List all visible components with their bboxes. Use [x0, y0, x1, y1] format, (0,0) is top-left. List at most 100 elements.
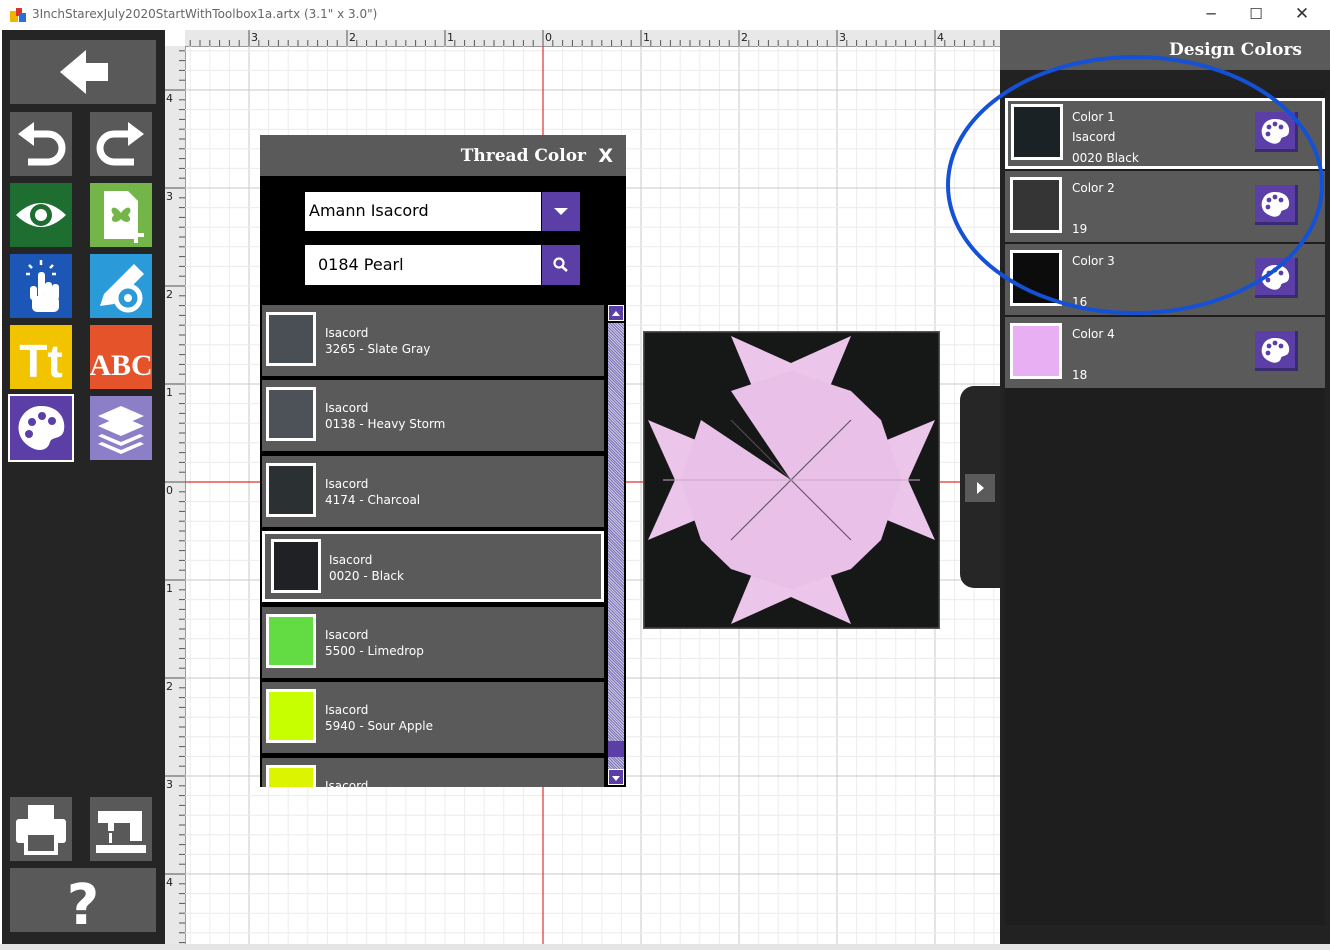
- new-design-button[interactable]: [90, 183, 152, 247]
- redo-button[interactable]: [90, 112, 152, 176]
- search-value: 0184 Pearl: [318, 255, 404, 274]
- thread-swatch: [266, 689, 316, 743]
- thread-item-selected[interactable]: Isacord 0020 - Black: [262, 531, 604, 602]
- thread-list[interactable]: Isacord 3265 - Slate Gray Isacord 0138 -…: [262, 305, 604, 787]
- palette-icon: [18, 406, 65, 450]
- thread-name: 4174 - Charcoal: [325, 493, 421, 507]
- color-swatch: [1010, 177, 1062, 233]
- expand-panel-button[interactable]: [965, 474, 995, 502]
- help-button[interactable]: ?: [10, 868, 156, 932]
- panel-collapse-handle: [960, 386, 1000, 588]
- ruler-label: 1: [166, 386, 173, 399]
- select-button[interactable]: [10, 254, 72, 318]
- choose-thread-button[interactable]: [1255, 112, 1298, 152]
- ruler-label: 2: [166, 680, 173, 693]
- choose-thread-button[interactable]: [1255, 185, 1298, 225]
- undo-button[interactable]: [10, 112, 72, 176]
- title-bar: 3InchStarexJuly2020StartWithToolbox1a.ar…: [0, 0, 1330, 30]
- ruler-label: 2: [741, 31, 748, 44]
- monogram-button[interactable]: ABC: [90, 325, 152, 389]
- palette-icon: [1261, 265, 1290, 290]
- ruler-ticks: [189, 30, 995, 46]
- selected-brand: Amann Isacord: [309, 201, 429, 220]
- design-colors-panel: Design Colors Color 1 Isacord 0020 Black…: [1000, 30, 1330, 950]
- ruler-label: 4: [937, 31, 944, 44]
- close-panel-button[interactable]: X: [598, 145, 613, 167]
- ruler-label: 0: [166, 484, 173, 497]
- scroll-down-button[interactable]: [608, 769, 624, 785]
- edit-settings-button[interactable]: [90, 254, 152, 318]
- design-colors-header: Design Colors: [1000, 30, 1330, 70]
- chevron-down-icon: [612, 776, 620, 781]
- chevron-right-icon: [977, 482, 984, 494]
- star-quilt-block-design[interactable]: [643, 331, 940, 629]
- undo-icon: [18, 122, 66, 166]
- thread-swatch: [266, 463, 316, 517]
- maximize-button[interactable]: ☐: [1241, 4, 1271, 24]
- ruler-ticks: [165, 50, 185, 944]
- color-swatch: [1010, 323, 1062, 379]
- choose-thread-button[interactable]: [1255, 331, 1298, 371]
- pencil-gear-icon: [100, 264, 144, 313]
- color-name: Color 2: [1072, 181, 1115, 195]
- thread-name: 0138 - Heavy Storm: [325, 417, 446, 431]
- thread-name: 3265 - Slate Gray: [325, 342, 431, 356]
- thread-item[interactable]: Isacord 5940 - Sour Apple: [262, 682, 604, 753]
- close-window-button[interactable]: ✕: [1287, 4, 1317, 24]
- thread-search-input[interactable]: 0184 Pearl: [305, 245, 541, 285]
- chevron-up-icon: [612, 311, 620, 316]
- ruler-label: 2: [349, 31, 356, 44]
- ruler-label: 1: [447, 31, 454, 44]
- thread-swatch: [266, 614, 316, 668]
- thread-brand: Isacord: [325, 779, 369, 787]
- svg-text:Tt: Tt: [19, 335, 62, 387]
- ruler-label: 3: [166, 778, 173, 791]
- dropdown-toggle-button[interactable]: [542, 192, 580, 231]
- choose-thread-button[interactable]: [1255, 258, 1298, 298]
- thread-color-panel: Thread Color X Amann Isacord 0184 Pearl …: [260, 135, 626, 787]
- thread-item[interactable]: Isacord 0138 - Heavy Storm: [262, 380, 604, 451]
- thread-swatch: [266, 387, 316, 441]
- window-title: 3InchStarexJuly2020StartWithToolbox1a.ar…: [32, 7, 378, 21]
- svg-text:?: ?: [67, 873, 99, 932]
- thread-name: 5500 - Limedrop: [325, 644, 424, 658]
- palette-icon: [1261, 192, 1290, 217]
- vertical-ruler: 4 3 2 1 0 1 2 3 4: [165, 46, 186, 950]
- lettering-button[interactable]: Tt: [10, 325, 72, 389]
- search-icon: [553, 257, 568, 272]
- design-color-item[interactable]: Color 2 19: [1005, 171, 1325, 242]
- thread-color-button[interactable]: [8, 394, 74, 462]
- back-button[interactable]: [10, 40, 156, 104]
- thread-brand: Isacord: [329, 553, 373, 567]
- panel-title: Design Colors: [1169, 40, 1302, 60]
- color-detail: 0020 Black: [1072, 151, 1139, 165]
- print-button[interactable]: [10, 797, 72, 861]
- thread-name: 0020 - Black: [329, 569, 404, 583]
- thread-item[interactable]: Isacord 5500 - Limedrop: [262, 607, 604, 678]
- thread-list-scrollbar[interactable]: [606, 305, 626, 787]
- thread-brand-dropdown[interactable]: Amann Isacord: [305, 192, 541, 231]
- thread-swatch: [271, 539, 321, 593]
- design-color-item-selected[interactable]: Color 1 Isacord 0020 Black: [1005, 98, 1325, 169]
- search-button[interactable]: [542, 245, 580, 285]
- thread-brand: Isacord: [325, 326, 369, 340]
- text-icon: Tt: [19, 335, 62, 387]
- butterfly-page-icon: [104, 191, 144, 243]
- design-color-item[interactable]: Color 4 18: [1005, 317, 1325, 388]
- status-strip: [0, 944, 1330, 950]
- color-detail: 18: [1072, 368, 1088, 382]
- layers-button[interactable]: [90, 396, 152, 460]
- scroll-up-button[interactable]: [608, 305, 624, 321]
- thread-brand: Isacord: [325, 703, 369, 717]
- thread-item[interactable]: Isacord 4174 - Charcoal: [262, 456, 604, 527]
- send-to-machine-button[interactable]: [90, 797, 152, 861]
- scroll-thumb[interactable]: [608, 741, 624, 757]
- tool-sidebar: Tt ABC ?: [2, 30, 165, 950]
- view-button[interactable]: [10, 183, 72, 247]
- design-color-item[interactable]: Color 3 16: [1005, 244, 1325, 315]
- minimize-button[interactable]: ─: [1196, 4, 1226, 24]
- palette-icon: [1261, 338, 1290, 363]
- thread-item[interactable]: Isacord: [262, 758, 604, 787]
- scroll-track[interactable]: [608, 323, 624, 769]
- thread-item[interactable]: Isacord 3265 - Slate Gray: [262, 305, 604, 376]
